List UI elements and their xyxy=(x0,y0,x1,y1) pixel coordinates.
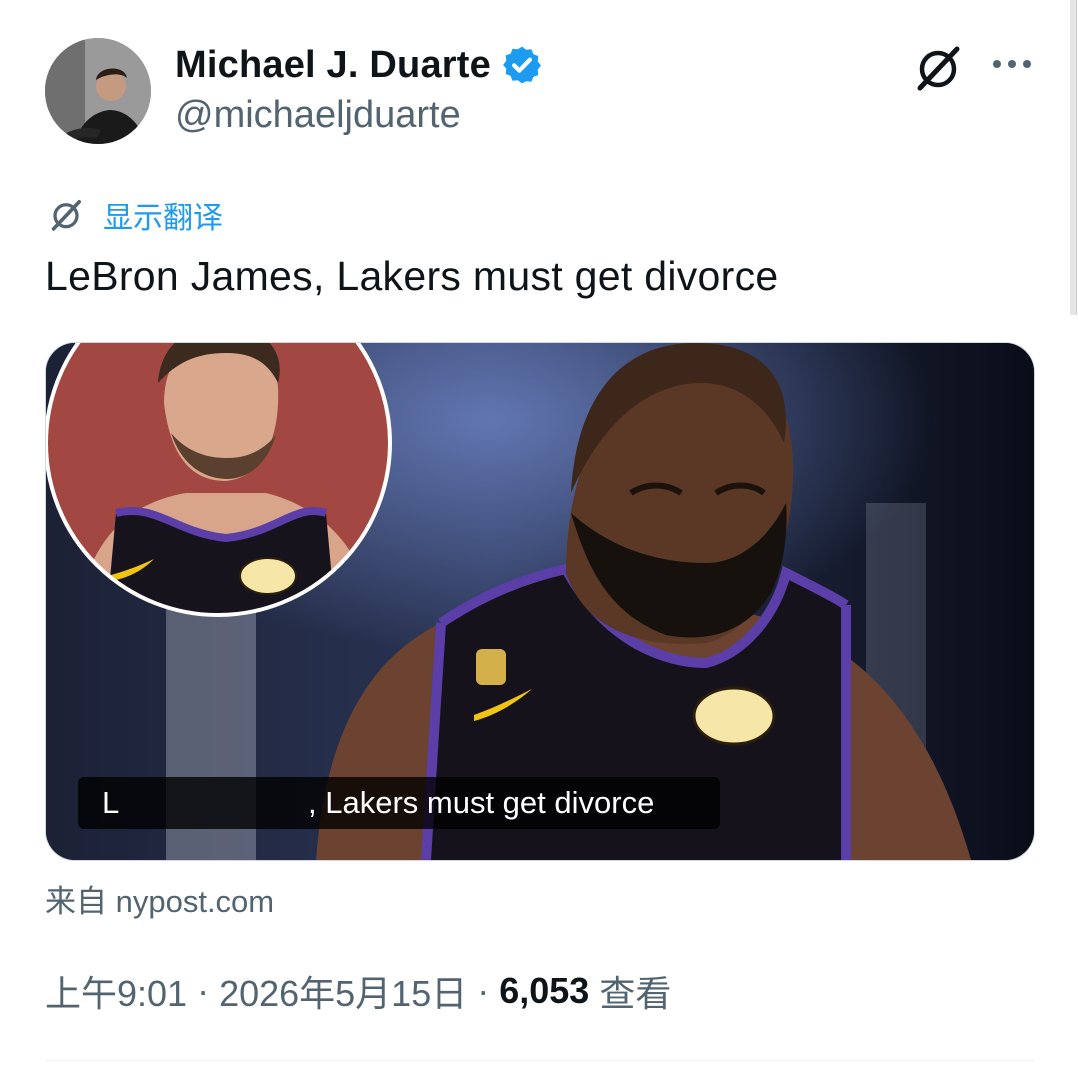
link-card[interactable]: L , Lakers must get divorce xyxy=(45,342,1035,861)
card-caption-lead: L xyxy=(102,785,120,820)
card-source-link[interactable]: 来自 nypost.com xyxy=(45,876,274,921)
tweet-time[interactable]: 上午9:01 xyxy=(45,965,187,1017)
verified-badge-icon[interactable] xyxy=(501,44,543,86)
author-handle[interactable]: @michaeljduarte xyxy=(175,94,461,137)
scrollbar[interactable] xyxy=(1070,0,1077,315)
tweet-text: LeBron James, Lakers must get divorce xyxy=(45,253,779,299)
show-translation-label: 显示翻译 xyxy=(103,201,223,236)
author-display-name[interactable]: Michael J. Duarte xyxy=(175,44,491,87)
meta-separator: · xyxy=(197,970,210,1011)
show-translation-button[interactable]: 显示翻译 xyxy=(47,193,223,237)
views-label: 查看 xyxy=(599,973,672,1014)
divider xyxy=(45,1060,1035,1061)
grok-icon[interactable] xyxy=(912,42,964,94)
profile-photo xyxy=(45,38,151,144)
card-title-overlay: L , Lakers must get divorce xyxy=(78,777,720,829)
card-caption-text: , Lakers must get divorce xyxy=(308,785,655,820)
views-count: 6,053 xyxy=(499,970,590,1011)
meta-separator: · xyxy=(477,970,490,1011)
translate-icon xyxy=(51,200,81,231)
avatar[interactable] xyxy=(45,38,151,144)
more-horizontal-icon[interactable] xyxy=(990,52,1034,76)
tweet-date[interactable]: 2026年5月15日 xyxy=(219,965,467,1017)
tweet-meta: 上午9:01 · 2026年5月15日 · 6,053 查看 xyxy=(45,965,671,1017)
